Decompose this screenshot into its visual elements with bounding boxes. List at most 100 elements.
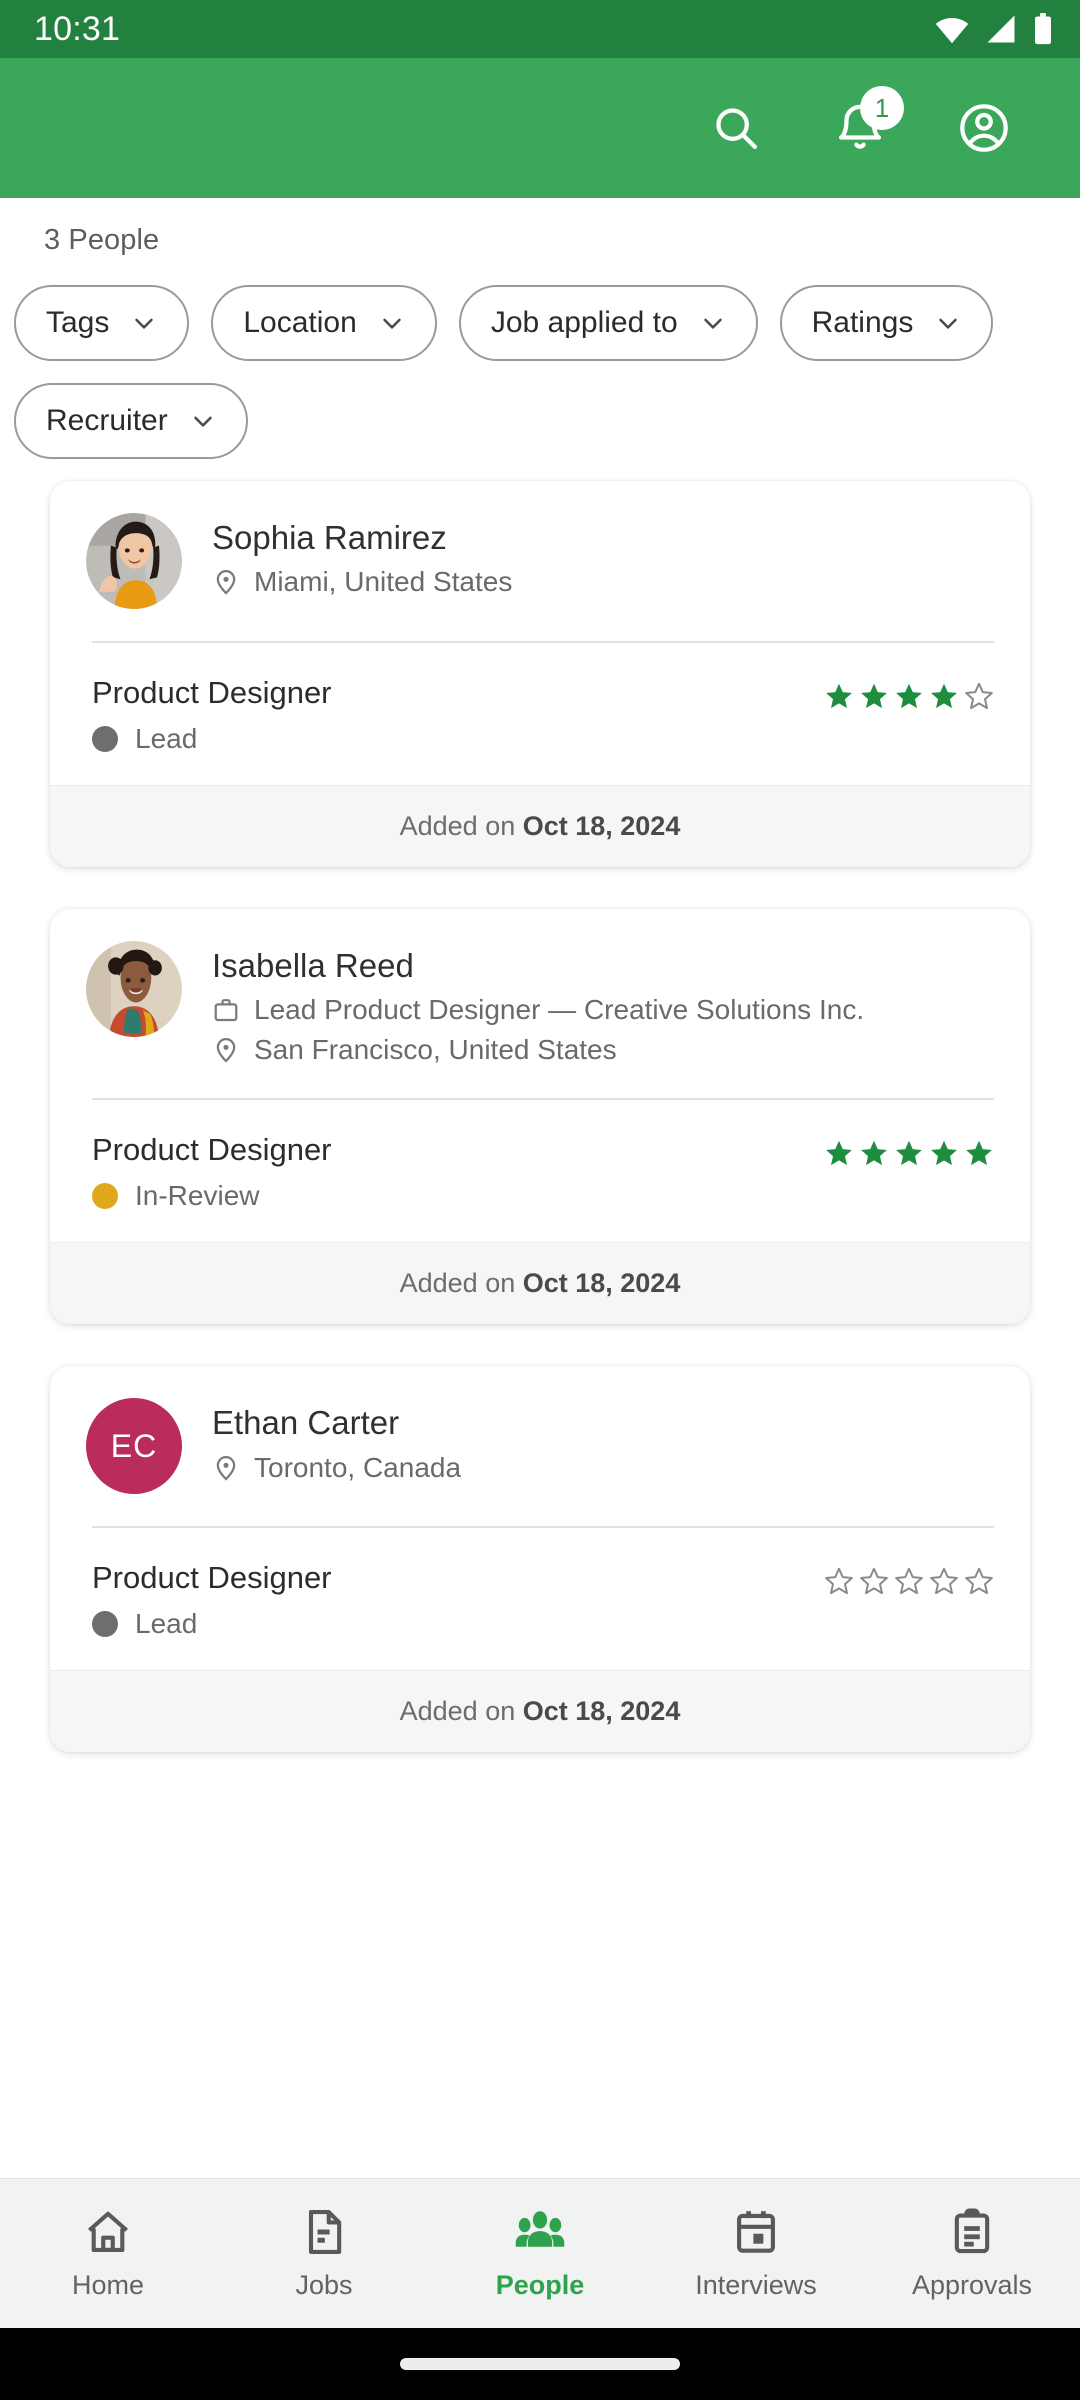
star-filled-icon bbox=[894, 1138, 924, 1168]
person-name: Sophia Ramirez bbox=[212, 519, 447, 556]
notifications-button[interactable]: 1 bbox=[824, 86, 904, 164]
star-filled-icon bbox=[824, 681, 854, 711]
person-info: Sophia Ramirez Miami, United States bbox=[212, 513, 994, 609]
person-stage-label: Lead bbox=[135, 1608, 198, 1640]
person-location-row: San Francisco, United States bbox=[212, 1034, 994, 1066]
rating-stars[interactable] bbox=[824, 675, 994, 711]
person-headline: Lead Product Designer — Creative Solutio… bbox=[254, 994, 865, 1026]
filter-chip-label: Recruiter bbox=[46, 404, 168, 437]
home-icon bbox=[82, 2206, 134, 2258]
avatar-photo bbox=[86, 513, 182, 609]
person-location: Miami, United States bbox=[254, 566, 513, 598]
chevron-down-icon bbox=[698, 308, 728, 338]
filter-chip-job-applied-to[interactable]: Job applied to bbox=[458, 285, 758, 361]
nav-label: People bbox=[495, 2270, 585, 2300]
account-circle-icon bbox=[956, 100, 1012, 156]
filter-chip-row: Tags Location Job applied to Ratings Rec… bbox=[0, 257, 1080, 459]
nav-label: Approvals bbox=[911, 2270, 1033, 2300]
person-role-block: Product Designer Lead bbox=[92, 675, 824, 755]
rating-stars[interactable] bbox=[824, 1132, 994, 1168]
status-badge bbox=[92, 1611, 118, 1638]
cellular-signal-icon bbox=[984, 14, 1018, 44]
chevron-down-icon bbox=[933, 308, 963, 338]
person-role-block: Product Designer In-Review bbox=[92, 1132, 824, 1212]
location-pin-icon bbox=[212, 1454, 240, 1482]
nav-label: Jobs bbox=[295, 2270, 353, 2300]
person-card[interactable]: EC Ethan Carter Toronto, Canada Product … bbox=[50, 1366, 1030, 1753]
person-role: Product Designer bbox=[92, 1132, 332, 1168]
nav-item-people[interactable]: People bbox=[432, 2179, 648, 2328]
person-name: Ethan Carter bbox=[212, 1404, 400, 1442]
location-pin-icon bbox=[212, 568, 240, 596]
person-card-footer: Added on Oct 18, 2024 bbox=[50, 1242, 1030, 1325]
chevron-down-icon bbox=[377, 308, 407, 338]
person-card-header: Isabella Reed Lead Product Designer — Cr… bbox=[50, 909, 1030, 1066]
star-empty-icon bbox=[894, 1566, 924, 1596]
status-bar: 10:31 bbox=[0, 0, 1080, 58]
account-button[interactable] bbox=[948, 92, 1020, 164]
person-location: Toronto, Canada bbox=[254, 1451, 462, 1483]
people-count-label: 3 People bbox=[44, 224, 160, 256]
content-area: 3 People Tags Location Job applied to Ra… bbox=[0, 198, 1080, 2178]
rating-stars[interactable] bbox=[824, 1560, 994, 1596]
filter-chip-label: Location bbox=[243, 306, 357, 339]
person-role-block: Product Designer Lead bbox=[92, 1560, 824, 1640]
added-on-prefix: Added on bbox=[399, 1696, 523, 1727]
person-location-row: Miami, United States bbox=[212, 566, 994, 598]
filter-chip-location[interactable]: Location bbox=[211, 285, 437, 361]
nav-item-approvals[interactable]: Approvals bbox=[864, 2179, 1080, 2328]
added-on-date: Oct 18, 2024 bbox=[522, 1696, 681, 1727]
chevron-down-icon bbox=[129, 308, 159, 338]
star-empty-icon bbox=[859, 1566, 889, 1596]
filter-chip-tags[interactable]: Tags bbox=[14, 285, 190, 361]
star-filled-icon bbox=[824, 1138, 854, 1168]
nav-item-interviews[interactable]: Interviews bbox=[648, 2179, 864, 2328]
status-time: 10:31 bbox=[34, 9, 121, 48]
person-card-header: Sophia Ramirez Miami, United States bbox=[50, 481, 1030, 609]
clipboard-icon bbox=[946, 2206, 998, 2258]
briefcase-icon bbox=[212, 996, 240, 1024]
star-filled-icon bbox=[929, 681, 959, 711]
added-on-prefix: Added on bbox=[399, 811, 523, 841]
notification-badge: 1 bbox=[860, 86, 904, 130]
filter-chip-label: Job applied to bbox=[490, 306, 678, 339]
nav-item-jobs[interactable]: Jobs bbox=[216, 2179, 432, 2328]
phone-screen: 10:31 1 3 People Tags Location Job appli… bbox=[0, 0, 1080, 2400]
document-icon bbox=[298, 2206, 350, 2258]
added-on-text: Added on Oct 18, 2024 bbox=[400, 811, 681, 842]
search-button[interactable] bbox=[700, 92, 772, 164]
added-on-text: Added on Oct 18, 2024 bbox=[400, 1696, 681, 1727]
people-card-list: Sophia Ramirez Miami, United States Prod… bbox=[0, 459, 1080, 1753]
star-empty-icon bbox=[964, 681, 994, 711]
avatar-initials: EC bbox=[86, 1398, 182, 1495]
star-empty-icon bbox=[964, 1566, 994, 1596]
gesture-handle[interactable] bbox=[400, 2358, 680, 2370]
person-card[interactable]: Isabella Reed Lead Product Designer — Cr… bbox=[50, 909, 1030, 1325]
added-on-date: Oct 18, 2024 bbox=[522, 811, 681, 841]
star-empty-icon bbox=[929, 1566, 959, 1596]
filter-chip-label: Tags bbox=[46, 306, 110, 339]
filter-chip-recruiter[interactable]: Recruiter bbox=[14, 383, 248, 459]
avatar bbox=[86, 941, 182, 1037]
people-group-icon bbox=[514, 2206, 566, 2258]
star-filled-icon bbox=[894, 681, 924, 711]
person-name: Isabella Reed bbox=[212, 947, 414, 984]
person-card[interactable]: Sophia Ramirez Miami, United States Prod… bbox=[50, 481, 1030, 867]
person-location-row: Toronto, Canada bbox=[212, 1452, 994, 1484]
avatar-photo bbox=[86, 941, 182, 1037]
added-on-date: Oct 18, 2024 bbox=[522, 1268, 681, 1299]
chevron-down-icon bbox=[188, 406, 218, 436]
nav-item-home[interactable]: Home bbox=[0, 2179, 216, 2328]
filter-chip-ratings[interactable]: Ratings bbox=[779, 285, 994, 361]
person-stage-label: Lead bbox=[135, 723, 198, 754]
person-card-header: EC Ethan Carter Toronto, Canada bbox=[50, 1366, 1030, 1495]
nav-label: Home bbox=[71, 2270, 145, 2300]
gesture-navigation-bar bbox=[0, 2328, 1080, 2400]
person-card-footer: Added on Oct 18, 2024 bbox=[50, 1670, 1030, 1753]
person-role: Product Designer bbox=[92, 675, 332, 710]
person-role: Product Designer bbox=[92, 1560, 332, 1596]
person-card-body: Product Designer In-Review bbox=[50, 1100, 1030, 1242]
person-stage-row: In-Review bbox=[92, 1180, 824, 1212]
star-filled-icon bbox=[859, 681, 889, 711]
filter-chip-label: Ratings bbox=[811, 306, 914, 339]
